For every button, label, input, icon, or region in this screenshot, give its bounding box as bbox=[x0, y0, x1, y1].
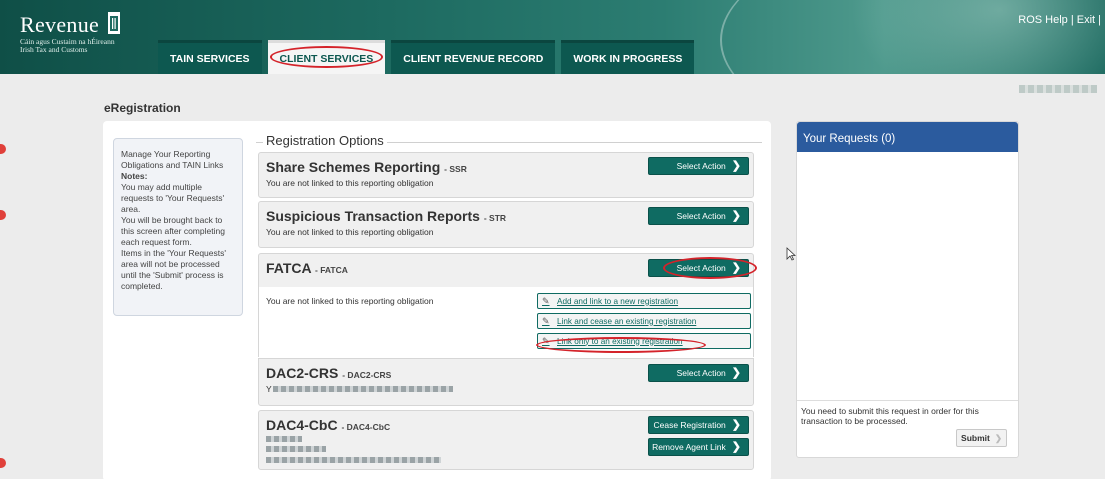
option-title: FATCA - FATCA bbox=[266, 260, 348, 276]
option-description: You are not linked to this reporting obl… bbox=[266, 296, 434, 306]
button-label: Select Action bbox=[676, 368, 726, 378]
option-title-text: Share Schemes Reporting bbox=[266, 159, 441, 175]
select-action-button[interactable]: Select Action ❯ bbox=[648, 364, 749, 382]
link-only-button[interactable]: ✎ Link only to an existing registration bbox=[537, 333, 751, 349]
harp-icon bbox=[108, 12, 121, 34]
info-note: Items in the 'Your Requests' area will n… bbox=[121, 248, 226, 291]
edge-marker bbox=[0, 458, 6, 468]
your-requests-panel: Your Requests (0) You need to submit thi… bbox=[796, 121, 1019, 458]
option-code: - FATCA bbox=[315, 265, 348, 275]
description-prefix: Y bbox=[266, 384, 272, 394]
pencil-icon: ✎ bbox=[542, 336, 550, 346]
page-title: eRegistration bbox=[104, 101, 181, 115]
option-title-text: FATCA bbox=[266, 260, 312, 276]
info-heading: Manage Your Reporting Obligations and TA… bbox=[121, 149, 224, 170]
button-label: Select Action bbox=[676, 161, 726, 171]
option-code: - SSR bbox=[444, 164, 467, 174]
edge-marker bbox=[0, 144, 6, 154]
option-str: Suspicious Transaction Reports - STR You… bbox=[258, 201, 754, 248]
option-fatca: FATCA - FATCA Select Action ❯ bbox=[258, 253, 754, 288]
option-ssr: Share Schemes Reporting - SSR You are no… bbox=[258, 152, 754, 198]
revenue-logo[interactable]: Revenue Cáin agus Custaim na hÉireann Ir… bbox=[20, 12, 122, 54]
top-links[interactable]: ROS Help | Exit | bbox=[1018, 14, 1101, 26]
chevron-right-icon: ❯ bbox=[731, 419, 741, 431]
requests-note: You need to submit this request in order… bbox=[797, 400, 1018, 431]
chevron-right-icon: ❯ bbox=[731, 441, 741, 453]
option-title: DAC2-CRS - DAC2-CRS bbox=[266, 365, 391, 381]
option-code: - DAC4-CbC bbox=[341, 422, 391, 432]
button-label: Link and cease an existing registration bbox=[557, 316, 697, 326]
pencil-icon: ✎ bbox=[542, 296, 550, 306]
chevron-right-icon: ❯ bbox=[731, 210, 741, 222]
main-tabs: TAIN SERVICES CLIENT SERVICES CLIENT REV… bbox=[158, 40, 695, 74]
header-decoration bbox=[850, 0, 1105, 74]
chevron-right-icon: ❯ bbox=[731, 367, 741, 379]
logo-subtitle-english: Irish Tax and Customs bbox=[20, 45, 88, 54]
info-note: You may add multiple requests to 'Your R… bbox=[121, 182, 225, 214]
option-title: Share Schemes Reporting - SSR bbox=[266, 159, 467, 175]
button-label: Submit bbox=[961, 433, 990, 443]
submit-button[interactable]: Submit ❯ bbox=[956, 429, 1007, 447]
pencil-icon: ✎ bbox=[542, 316, 550, 326]
option-title-text: DAC2-CRS bbox=[266, 365, 339, 381]
option-description: Y bbox=[266, 384, 272, 394]
option-dac4-cbc: DAC4-CbC - DAC4-CbC Cease Registration ❯ … bbox=[258, 410, 754, 470]
redacted-text bbox=[266, 457, 441, 463]
select-action-button[interactable]: Select Action ❯ bbox=[648, 207, 749, 225]
info-box: Manage Your Reporting Obligations and TA… bbox=[113, 138, 243, 316]
select-action-button[interactable]: Select Action ❯ bbox=[648, 157, 749, 175]
tab-work-in-progress[interactable]: WORK IN PROGRESS bbox=[561, 40, 695, 74]
option-description: You are not linked to this reporting obl… bbox=[266, 178, 434, 188]
tab-client-services[interactable]: CLIENT SERVICES bbox=[267, 40, 386, 74]
redacted-text bbox=[273, 386, 453, 392]
tab-tain-services[interactable]: TAIN SERVICES bbox=[158, 40, 262, 74]
site-header: Revenue Cáin agus Custaim na hÉireann Ir… bbox=[0, 0, 1105, 74]
info-note: You will be brought back to this screen … bbox=[121, 215, 225, 247]
redacted-text bbox=[266, 436, 302, 442]
option-description: You are not linked to this reporting obl… bbox=[266, 227, 434, 237]
button-label: Select Action bbox=[676, 211, 726, 221]
logo-word: Revenue bbox=[20, 12, 100, 37]
option-code: - DAC2-CRS bbox=[342, 370, 392, 380]
option-code: - STR bbox=[483, 213, 507, 223]
chevron-right-icon: ❯ bbox=[994, 432, 1002, 443]
button-label: Select Action bbox=[676, 263, 726, 273]
mouse-cursor-icon bbox=[786, 247, 796, 261]
button-label: Remove Agent Link bbox=[652, 442, 726, 452]
option-title-text: Suspicious Transaction Reports bbox=[266, 208, 480, 224]
redacted-user-name bbox=[1019, 85, 1097, 93]
redacted-text bbox=[266, 446, 326, 452]
registration-options-legend: Registration Options bbox=[263, 133, 387, 148]
option-dac2-crs: DAC2-CRS - DAC2-CRS Y Select Action ❯ bbox=[258, 358, 754, 406]
cease-registration-button[interactable]: Cease Registration ❯ bbox=[648, 416, 749, 434]
select-action-button[interactable]: Select Action ❯ bbox=[648, 259, 749, 277]
edge-marker bbox=[0, 210, 6, 220]
remove-agent-link-button[interactable]: Remove Agent Link ❯ bbox=[648, 438, 749, 456]
button-label: Add and link to a new registration bbox=[557, 296, 679, 306]
your-requests-title: Your Requests (0) bbox=[797, 122, 1018, 152]
chevron-right-icon: ❯ bbox=[731, 262, 741, 274]
option-title: Suspicious Transaction Reports - STR bbox=[266, 208, 506, 224]
link-and-cease-button[interactable]: ✎ Link and cease an existing registration bbox=[537, 313, 751, 329]
button-label: Link only to an existing registration bbox=[557, 336, 683, 346]
option-title-text: DAC4-CbC bbox=[266, 417, 338, 433]
button-label: Cease Registration bbox=[653, 420, 726, 430]
info-notes-label: Notes: bbox=[121, 171, 148, 181]
tab-client-revenue-record[interactable]: CLIENT REVENUE RECORD bbox=[391, 40, 556, 74]
add-and-link-button[interactable]: ✎ Add and link to a new registration bbox=[537, 293, 751, 309]
option-title: DAC4-CbC - DAC4-CbC bbox=[266, 417, 390, 433]
chevron-right-icon: ❯ bbox=[731, 160, 741, 172]
fatca-actions-panel: You are not linked to this reporting obl… bbox=[258, 287, 754, 357]
